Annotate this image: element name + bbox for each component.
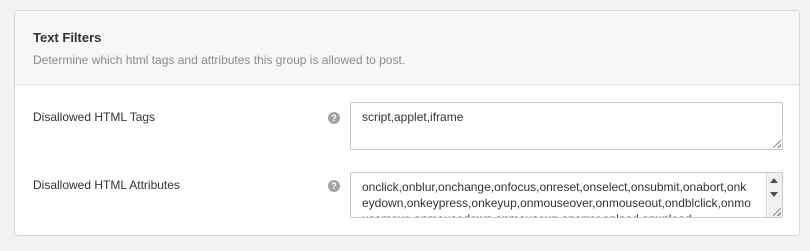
disallowed-attributes-label: Disallowed HTML Attributes	[33, 178, 180, 192]
disallowed-tags-textarea[interactable]: script,applet,iframe	[350, 102, 783, 150]
panel-description: Determine which html tags and attributes…	[33, 53, 406, 67]
disallowed-tags-value: script,applet,iframe	[362, 110, 464, 124]
text-filters-panel: Text Filters Determine which html tags a…	[14, 10, 800, 236]
panel-header: Text Filters Determine which html tags a…	[15, 11, 799, 85]
disallowed-attributes-textarea[interactable]: onclick,onblur,onchange,onfocus,onreset,…	[350, 172, 783, 218]
scroll-down-icon[interactable]	[770, 192, 778, 197]
scroll-up-icon[interactable]	[770, 178, 778, 183]
resize-handle-icon[interactable]	[773, 140, 781, 148]
disallowed-tags-label: Disallowed HTML Tags	[33, 110, 156, 124]
help-icon[interactable]: ?	[328, 180, 340, 192]
panel-title: Text Filters	[33, 30, 102, 45]
help-icon[interactable]: ?	[328, 112, 340, 124]
disallowed-attributes-value: onclick,onblur,onchange,onfocus,onreset,…	[362, 180, 751, 217]
resize-handle-icon[interactable]	[773, 208, 781, 216]
